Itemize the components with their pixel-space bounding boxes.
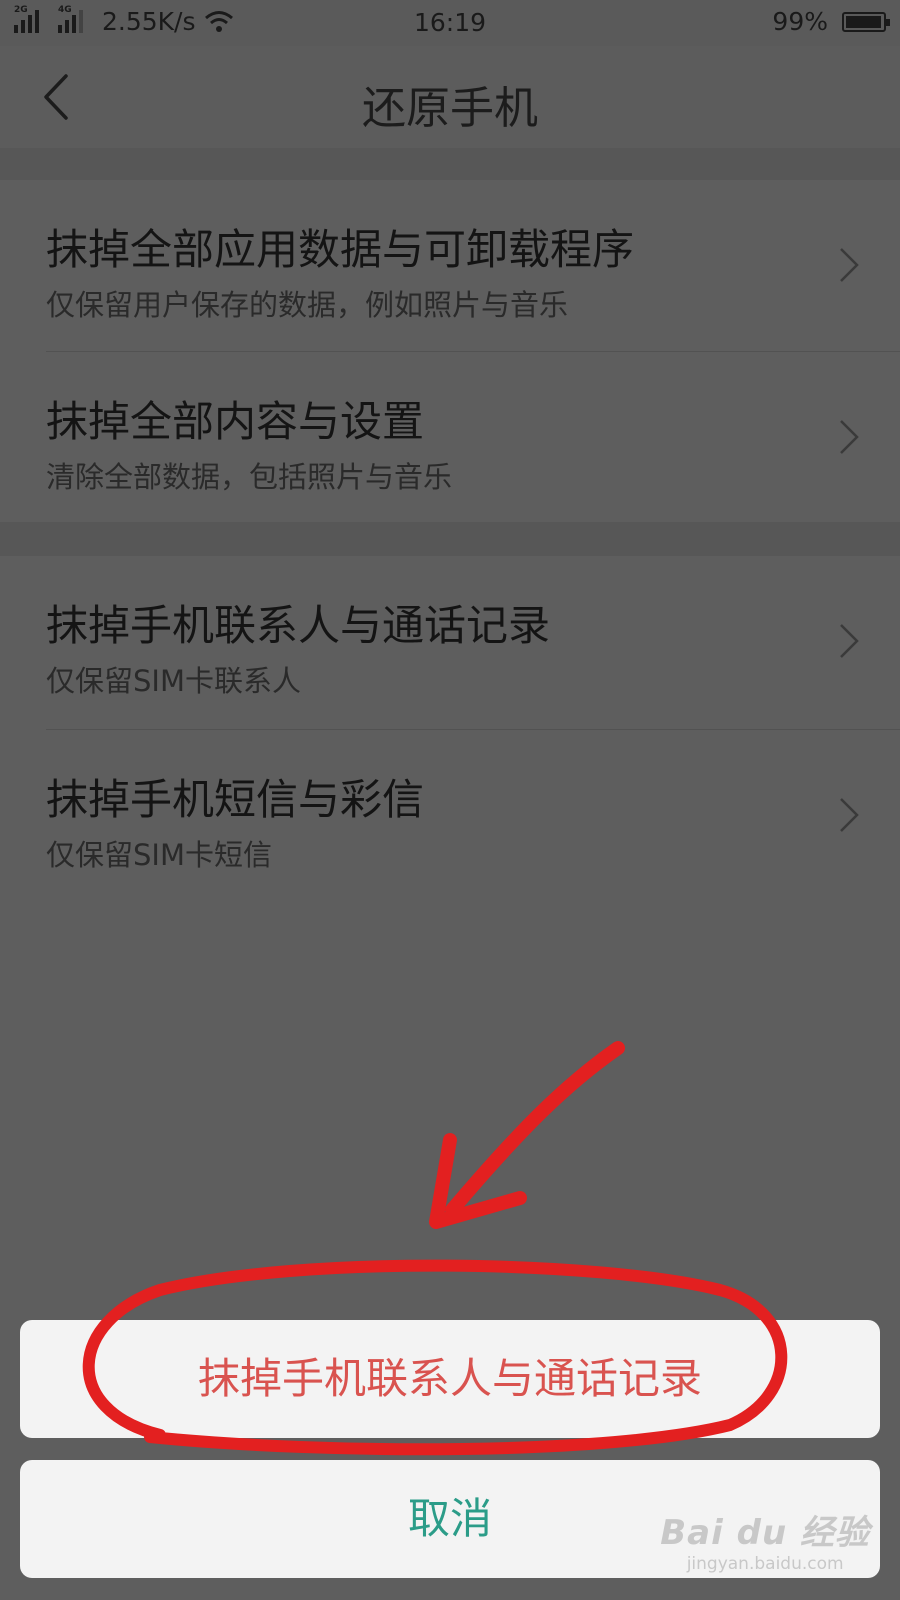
section-gap bbox=[0, 148, 900, 180]
chevron-right-icon bbox=[840, 420, 859, 454]
chevron-right-icon bbox=[840, 248, 859, 282]
list-item-erase-sms-mms[interactable]: 抹掉手机短信与彩信 仅保留SIM卡短信 bbox=[0, 730, 900, 900]
item-title: 抹掉手机联系人与通话记录 bbox=[46, 601, 551, 650]
battery-percent: 99% bbox=[772, 7, 828, 36]
clock: 16:19 bbox=[413, 8, 487, 37]
chevron-right-icon bbox=[840, 624, 859, 658]
settings-group-erase-data: 抹掉全部应用数据与可卸载程序 仅保留用户保存的数据，例如照片与音乐 抹掉全部内容… bbox=[0, 180, 900, 522]
battery-icon bbox=[842, 11, 890, 32]
watermark: Bai du 经验 jingyan.baidu.com bbox=[660, 1505, 870, 1574]
watermark-brand: Bai du 经验 bbox=[660, 1513, 870, 1553]
navigation-bar: 还原手机 bbox=[0, 46, 900, 148]
item-subtitle: 仅保留用户保存的数据，例如照片与音乐 bbox=[46, 288, 569, 322]
annotation-arrow-icon bbox=[429, 1041, 625, 1229]
item-title: 抹掉全部内容与设置 bbox=[46, 397, 425, 446]
watermark-url: jingyan.baidu.com bbox=[686, 1554, 844, 1574]
list-item-erase-app-data[interactable]: 抹掉全部应用数据与可卸载程序 仅保留用户保存的数据，例如照片与音乐 bbox=[0, 180, 900, 350]
item-title: 抹掉全部应用数据与可卸载程序 bbox=[46, 225, 635, 274]
status-bar: 2G 4G 2.55K/s 16:19 99% bbox=[0, 0, 900, 46]
list-item-erase-all-content[interactable]: 抹掉全部内容与设置 清除全部数据，包括照片与音乐 bbox=[0, 352, 900, 522]
item-subtitle: 仅保留SIM卡短信 bbox=[46, 838, 272, 872]
list-item-erase-contacts-call-log[interactable]: 抹掉手机联系人与通话记录 仅保留SIM卡联系人 bbox=[0, 556, 900, 726]
item-title: 抹掉手机短信与彩信 bbox=[46, 775, 425, 824]
page-title: 还原手机 bbox=[362, 83, 538, 134]
confirm-erase-contacts-button[interactable]: 抹掉手机联系人与通话记录 bbox=[20, 1320, 880, 1438]
status-right: 99% bbox=[772, 7, 890, 36]
settings-group-erase-contacts: 抹掉手机联系人与通话记录 仅保留SIM卡联系人 抹掉手机短信与彩信 仅保留SIM… bbox=[0, 556, 900, 900]
section-gap bbox=[0, 522, 900, 556]
item-subtitle: 清除全部数据，包括照片与音乐 bbox=[46, 460, 453, 494]
chevron-right-icon bbox=[840, 798, 859, 832]
item-subtitle: 仅保留SIM卡联系人 bbox=[46, 664, 301, 698]
